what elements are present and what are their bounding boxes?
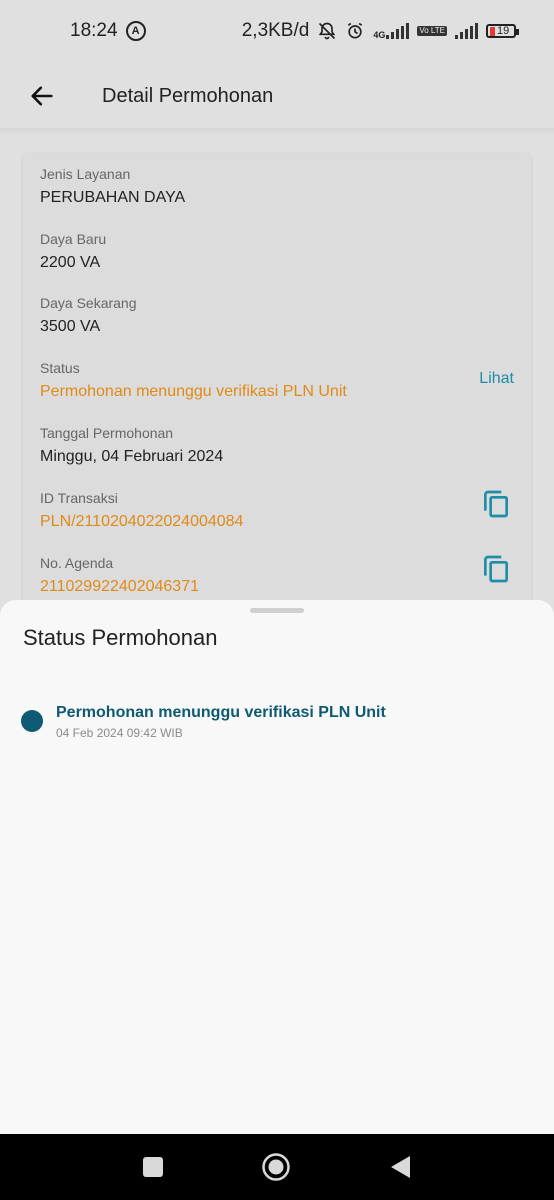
arrow-left-icon	[31, 86, 53, 106]
field-value: Minggu, 04 Februari 2024	[40, 448, 224, 465]
lihat-link[interactable]: Lihat	[479, 370, 514, 388]
status-time: 18:24	[70, 20, 118, 41]
signal-strength-icon-2	[455, 23, 478, 39]
field-value: 3500 VA	[40, 318, 101, 335]
status-bar-left: 18:24 A	[70, 20, 146, 42]
field-label: Status	[40, 360, 80, 376]
field-value: PERUBAHAN DAYA	[40, 189, 186, 206]
battery-icon: 19	[486, 24, 519, 38]
field-daya-sekarang: Daya Sekarang 3500 VA	[40, 295, 514, 336]
field-value: 2200 VA	[40, 254, 101, 271]
field-daya-baru: Daya Baru 2200 VA	[40, 231, 514, 272]
battery-fill	[490, 26, 495, 36]
field-jenis-layanan: Jenis Layanan PERUBAHAN DAYA	[40, 166, 514, 207]
sheet-title: Status Permohonan	[23, 625, 218, 650]
field-label: Tanggal Permohonan	[40, 425, 174, 441]
timeline-dot-icon	[21, 710, 43, 732]
field-id-transaksi: ID Transaksi PLN/2110204022024004084	[40, 490, 514, 531]
field-tanggal-permohonan: Tanggal Permohonan Minggu, 04 Februari 2…	[40, 425, 514, 466]
field-label: ID Transaksi	[40, 490, 118, 506]
app-bar: Detail Permohonan	[0, 62, 554, 130]
field-label: Daya Baru	[40, 231, 107, 247]
system-nav-bar	[0, 1134, 554, 1200]
home-circle-icon	[262, 1153, 290, 1181]
alarm-icon	[348, 22, 363, 39]
app-bar-divider	[0, 128, 554, 134]
status-bar: 18:24 A 2,3KB/d 4G Vo LTE 19	[0, 0, 554, 62]
copy-icon[interactable]	[480, 551, 512, 587]
id-transaksi-value: PLN/2110204022024004084	[40, 513, 244, 530]
sheet-drag-handle[interactable]	[250, 608, 304, 613]
volte-badge: Vo LTE	[417, 26, 447, 36]
field-label: No. Agenda	[40, 555, 114, 571]
net-speed: 2,3KB/d	[241, 20, 310, 41]
no-agenda-value: 211029922402046371	[40, 578, 199, 595]
status-bar-right: 2,3KB/d 4G Vo LTE 19	[241, 20, 519, 42]
square-icon	[143, 1157, 163, 1177]
home-button[interactable]	[261, 1152, 291, 1182]
field-label: Jenis Layanan	[40, 166, 131, 182]
recents-button[interactable]	[138, 1152, 168, 1182]
bell-muted-icon	[319, 22, 336, 40]
copy-icon[interactable]	[480, 486, 512, 522]
detail-card: Jenis Layanan PERUBAHAN DAYA Daya Baru 2…	[23, 153, 531, 613]
back-nav-button[interactable]	[385, 1152, 415, 1182]
signal-4g: 4G	[373, 23, 410, 40]
field-no-agenda: No. Agenda 211029922402046371	[40, 555, 514, 596]
field-status: Status Permohonan menunggu verifikasi PL…	[40, 360, 514, 401]
back-button[interactable]	[22, 76, 62, 116]
network-type-label: 4G	[373, 30, 386, 40]
status-bottom-sheet: Status Permohonan Permohonan menunggu ve…	[0, 600, 554, 1134]
signal-strength-icon	[386, 23, 410, 39]
field-label: Daya Sekarang	[40, 295, 137, 311]
page-title: Detail Permohonan	[102, 84, 274, 107]
triangle-back-icon	[391, 1156, 410, 1178]
status-value: Permohonan menunggu verifikasi PLN Unit	[40, 383, 347, 400]
battery-level: 19	[497, 25, 510, 37]
timeline-time: 04 Feb 2024 09:42 WIB	[56, 726, 183, 740]
auto-mode-icon: A	[125, 21, 146, 41]
timeline-title: Permohonan menunggu verifikasi PLN Unit	[56, 704, 386, 721]
